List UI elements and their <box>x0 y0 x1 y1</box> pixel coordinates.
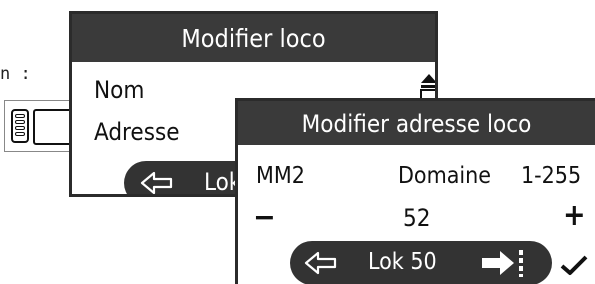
side-label: n : <box>0 64 31 84</box>
address-value[interactable]: 52 <box>403 204 430 232</box>
slot <box>15 126 25 130</box>
nav-pill[interactable]: Lok 50 <box>290 241 552 284</box>
slot <box>15 120 25 124</box>
screen-title: Modifier loco <box>72 14 435 62</box>
decrement-button[interactable]: − <box>253 200 276 235</box>
screen-title: Modifier adresse loco <box>238 101 595 145</box>
device-box <box>33 109 73 145</box>
range-value: 1-255 <box>521 163 582 189</box>
back-arrow-icon[interactable] <box>304 251 338 275</box>
increment-button[interactable]: + <box>563 198 586 233</box>
menu-item-address[interactable]: Adresse <box>94 118 179 146</box>
nav-loco-label: Lok 50 <box>368 249 437 275</box>
slot <box>15 132 25 136</box>
back-arrow-icon[interactable] <box>140 171 174 194</box>
modify-address-screen: Modifier adresse loco MM2 Domaine 1-255 … <box>235 98 595 284</box>
check-icon[interactable] <box>560 254 588 276</box>
menu-item-name[interactable]: Nom <box>94 76 144 104</box>
range-label: Domaine <box>398 163 492 189</box>
protocol-label[interactable]: MM2 <box>256 163 305 189</box>
control-unit-illustration <box>4 100 74 152</box>
slot-panel <box>11 109 29 143</box>
slot <box>15 114 25 118</box>
forward-arrow-icon[interactable] <box>480 248 532 278</box>
